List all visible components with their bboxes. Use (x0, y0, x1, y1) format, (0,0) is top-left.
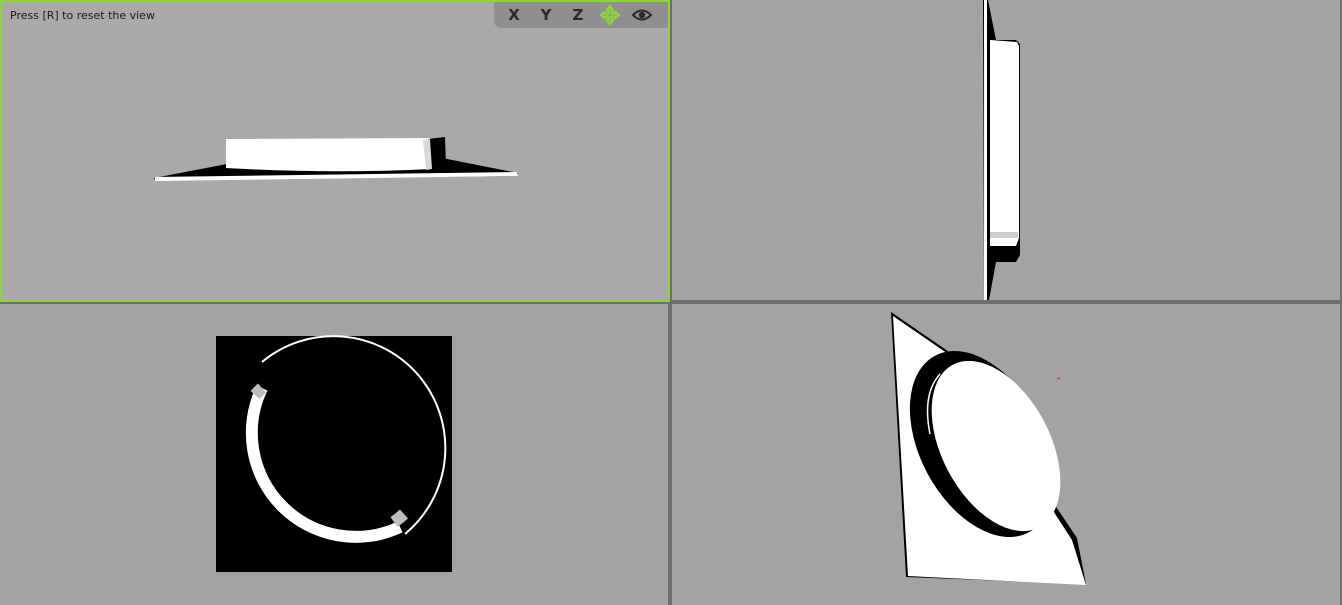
viewport-top[interactable] (0, 304, 668, 605)
move-view-icon-glyph (599, 4, 621, 26)
side-view-model (983, 0, 1020, 300)
axis-x-button[interactable]: X (498, 2, 530, 28)
move-view-icon[interactable] (594, 2, 626, 28)
viewport-perspective[interactable] (672, 304, 1340, 605)
viewport-front[interactable]: Press [R] to reset the view X Y Z (0, 0, 670, 302)
eye-icon-glyph (631, 9, 653, 21)
viewport-side[interactable] (672, 0, 1340, 300)
eye-icon[interactable] (626, 2, 658, 28)
view-toolbar: X Y Z (494, 2, 668, 28)
front-view-model (154, 137, 518, 181)
axis-z-button[interactable]: Z (562, 2, 594, 28)
perspective-view-model (891, 312, 1086, 585)
app-window: Press [R] to reset the view X Y Z (0, 0, 1342, 605)
top-view-model (216, 335, 452, 572)
axis-y-button[interactable]: Y (530, 2, 562, 28)
reset-view-hint: Press [R] to reset the view (10, 9, 155, 22)
